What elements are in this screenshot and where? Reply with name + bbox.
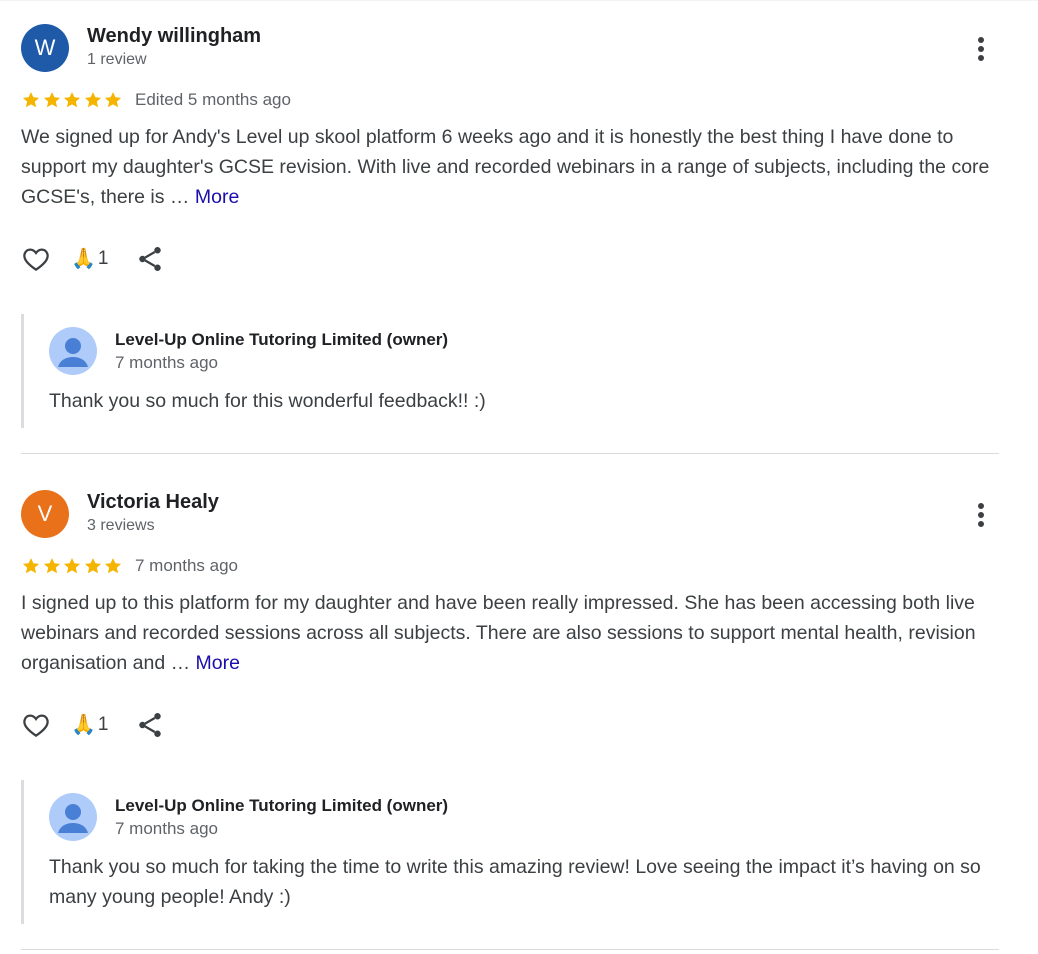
- review-text-content: We signed up for Andy's Level up skool p…: [21, 126, 990, 208]
- divider: [21, 949, 999, 950]
- star-rating: [21, 88, 124, 112]
- reaction-button[interactable]: 🙏 1: [71, 710, 121, 740]
- review-count: 3 reviews: [87, 517, 155, 534]
- owner-name: Level-Up Online Tutoring Limited (owner): [115, 330, 449, 349]
- more-link[interactable]: More: [195, 186, 239, 208]
- more-link[interactable]: More: [196, 652, 240, 674]
- star-icon: [63, 92, 81, 108]
- owner-reply: Level-Up Online Tutoring Limited (owner)…: [21, 780, 1024, 924]
- reply-date: 7 months ago: [115, 819, 219, 838]
- reply-date: 7 months ago: [115, 353, 219, 372]
- review-text-content: I signed up to this platform for my daug…: [21, 592, 976, 674]
- more-vert-icon[interactable]: [966, 32, 996, 66]
- star-icon: [104, 92, 122, 108]
- star-icon: [43, 558, 60, 574]
- star-icon: [43, 92, 60, 108]
- share-icon[interactable]: [135, 244, 165, 274]
- reaction-button[interactable]: 🙏 1: [71, 244, 121, 274]
- review-text: I signed up to this platform for my daug…: [21, 588, 1006, 678]
- reply-text: Thank you so much for taking the time to…: [49, 856, 981, 908]
- star-rating: [21, 554, 124, 578]
- star-icon: [84, 92, 101, 108]
- owner-reply: Level-Up Online Tutoring Limited (owner)…: [21, 314, 1024, 428]
- review-count: 1 review: [87, 51, 147, 68]
- top-divider: [0, 0, 1038, 1]
- person-icon: [49, 793, 97, 841]
- reaction-count: 1: [97, 714, 109, 735]
- divider: [21, 453, 999, 454]
- avatar[interactable]: V: [21, 490, 69, 538]
- reviewer-name[interactable]: Victoria Healy: [87, 490, 219, 514]
- reviewer-name[interactable]: Wendy willingham: [87, 24, 261, 48]
- heart-icon[interactable]: [21, 710, 51, 740]
- review-date: Edited 5 months ago: [135, 90, 291, 109]
- person-icon: [49, 327, 97, 375]
- avatar[interactable]: W: [21, 24, 69, 72]
- star-icon: [84, 558, 101, 574]
- star-icon: [104, 558, 122, 574]
- pray-icon: 🙏: [71, 714, 96, 736]
- reaction-count: 1: [97, 248, 109, 269]
- reply-text: Thank you so much for this wonderful fee…: [49, 390, 486, 412]
- star-icon: [22, 92, 40, 108]
- star-icon: [22, 558, 40, 574]
- review-date: 7 months ago: [135, 556, 239, 575]
- review-text: We signed up for Andy's Level up skool p…: [21, 122, 1006, 212]
- more-vert-icon[interactable]: [966, 498, 996, 532]
- share-icon[interactable]: [135, 710, 165, 740]
- star-icon: [63, 558, 81, 574]
- owner-name: Level-Up Online Tutoring Limited (owner): [115, 796, 449, 815]
- heart-icon[interactable]: [21, 244, 51, 274]
- pray-icon: 🙏: [71, 248, 96, 270]
